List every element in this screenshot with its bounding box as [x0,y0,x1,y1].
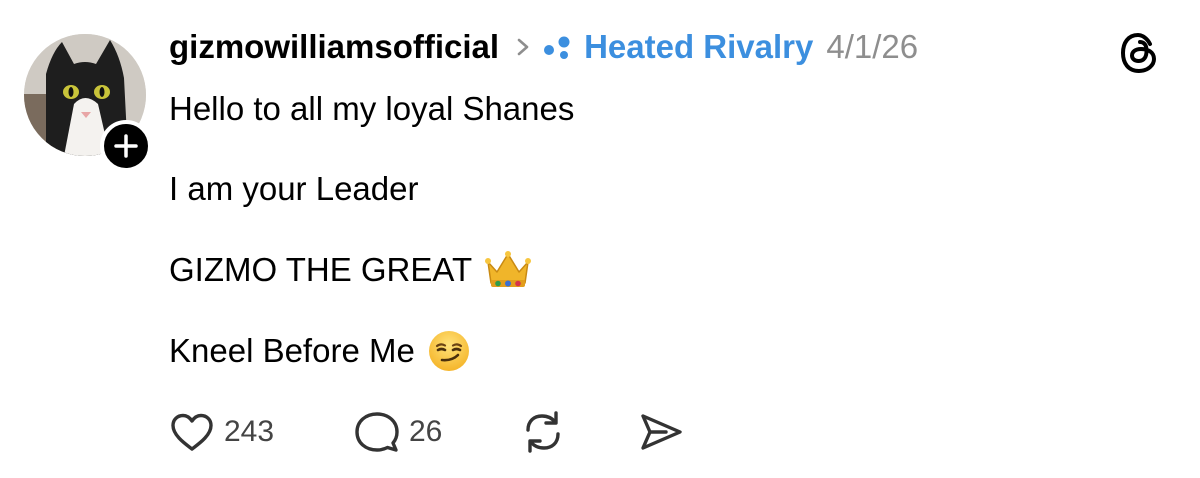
repost-button[interactable] [520,410,566,454]
post-text: GIZMO THE GREAT [169,251,473,288]
heart-icon [171,413,213,451]
share-button[interactable] [638,410,684,454]
like-button[interactable]: 243 [169,410,274,454]
post-header: gizmowilliamsofficial Heated Rivalry 4/1… [169,24,918,70]
post-text: Hello to all my loyal Shanes [169,90,575,127]
follow-button[interactable] [100,120,152,172]
share-icon [641,414,682,450]
comment-icon [355,412,399,452]
threads-logo-icon[interactable] [1117,30,1163,81]
community-icon [542,35,574,59]
post-text-line: Hello to all my loyal Shanes [169,90,574,128]
author-username[interactable]: gizmowilliamsofficial [169,28,499,66]
post-text: Kneel Before Me [169,332,415,369]
post-text-line: I am your Leader [169,170,418,208]
post-text-line: GIZMO THE GREAT [169,250,532,290]
post-timestamp: 4/1/26 [826,28,919,65]
thread-post: gizmowilliamsofficial Heated Rivalry 4/1… [0,0,1200,478]
post-text: I am your Leader [169,170,419,207]
reply-count: 26 [409,415,443,448]
smirking-face-emoji [428,330,470,372]
like-count: 243 [224,415,275,448]
repost-icon [526,411,560,453]
plus-icon [114,134,138,158]
post-text-line: Kneel Before Me [169,330,470,372]
crown-emoji [485,250,532,290]
reply-button[interactable]: 26 [354,410,442,454]
community-link[interactable]: Heated Rivalry [584,28,813,66]
avatar-container [24,34,152,172]
chevron-right-icon [517,38,529,56]
